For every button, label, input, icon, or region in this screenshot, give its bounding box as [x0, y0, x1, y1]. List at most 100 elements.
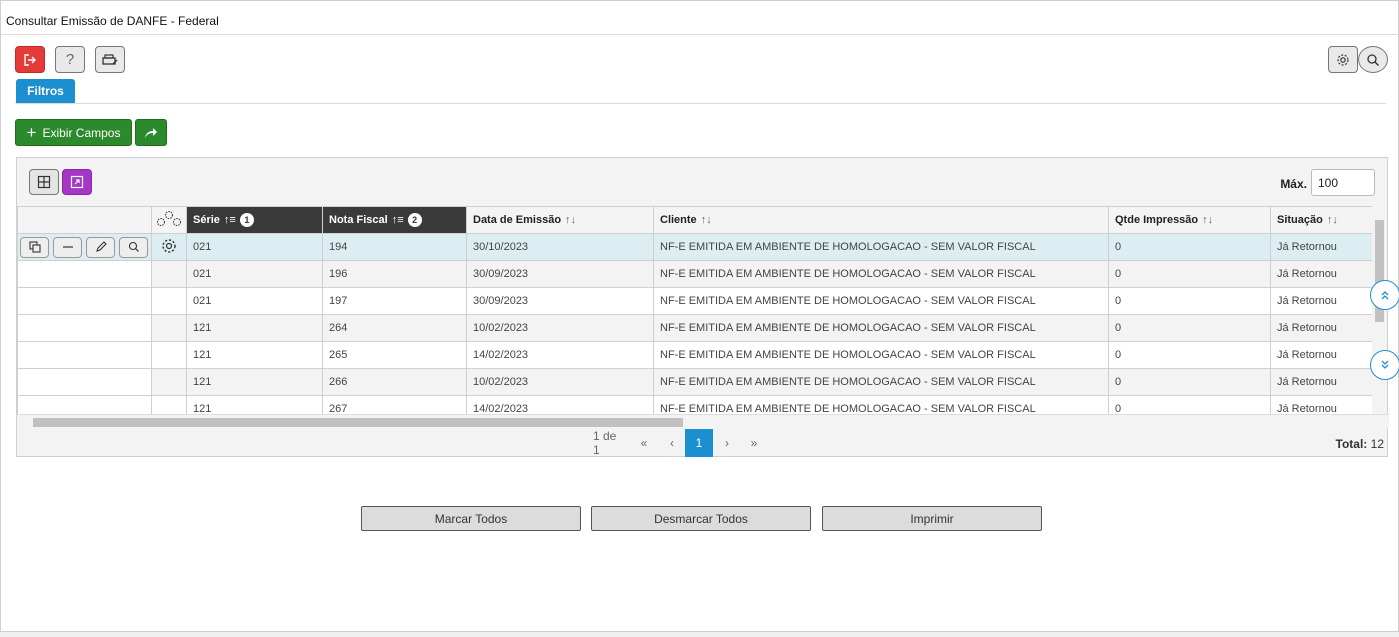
cell-situacao: Já Retornou [1270, 233, 1374, 261]
cell-nota: 196 [322, 260, 467, 288]
cell-serie: 021 [186, 233, 323, 261]
copy-button[interactable] [20, 236, 49, 258]
last-page-button[interactable]: » [741, 429, 767, 457]
data-grid: Série ↑≡ 1 Nota Fiscal ↑≡ 2 Data de Emissão ↑… [17, 206, 1374, 414]
cell-cliente: NF-E EMITIDA EM AMBIENTE DE HOMOLOGACAO … [653, 341, 1109, 369]
vertical-scrollbar[interactable] [1372, 206, 1387, 414]
chevrons-down-icon [1381, 360, 1389, 369]
sort-order-badge: 1 [239, 213, 254, 227]
table-row[interactable]: 121 265 14/02/2023 NF-E EMITIDA EM AMBIE… [17, 341, 1374, 369]
share-button[interactable] [135, 119, 167, 146]
row-actions [17, 341, 152, 369]
scroll-up-button[interactable] [1370, 280, 1399, 310]
cell-data: 30/09/2023 [466, 260, 654, 288]
edit-button[interactable] [86, 236, 115, 258]
table-row[interactable]: 121 264 10/02/2023 NF-E EMITIDA EM AMBIE… [17, 314, 1374, 342]
gears-icon [156, 210, 182, 226]
exit-icon [24, 53, 36, 66]
scroll-down-button[interactable] [1370, 350, 1399, 380]
expand-button[interactable] [62, 169, 92, 195]
cell-qtde: 0 [1108, 368, 1271, 396]
row-actions [17, 287, 152, 315]
horizontal-scroll-thumb[interactable] [33, 418, 683, 427]
cell-qtde: 0 [1108, 260, 1271, 288]
horizontal-scrollbar[interactable] [17, 414, 1389, 429]
plus-icon: + [26, 123, 37, 142]
sort-icon: ↑↓ [700, 214, 712, 226]
marcar-todos-button[interactable]: Marcar Todos [361, 506, 581, 531]
row-config [151, 260, 187, 288]
column-label: Situação [1277, 214, 1323, 226]
page-button-current[interactable]: 1 [685, 429, 713, 457]
search-icon [128, 241, 139, 252]
cell-nota: 265 [322, 341, 467, 369]
exibir-campos-label: Exibir Campos [42, 125, 121, 140]
grid-panel: Máx. Série↑≡1 Nota Fiscal↑≡2 Data de Emi… [16, 157, 1389, 457]
exit-button[interactable] [15, 46, 45, 73]
grid-icon [37, 175, 51, 189]
cell-nota: 264 [322, 314, 467, 342]
max-rows-input[interactable] [1311, 169, 1375, 196]
chevrons-up-icon [1381, 291, 1389, 300]
prev-page-button[interactable]: ‹ [659, 429, 685, 457]
page-title: Consultar Emissão de DANFE - Federal [6, 14, 219, 28]
row-actions [17, 233, 152, 261]
print-button[interactable] [95, 46, 125, 73]
cell-serie: 121 [186, 395, 323, 414]
cell-cliente: NF-E EMITIDA EM AMBIENTE DE HOMOLOGACAO … [653, 287, 1109, 315]
column-header-qtde-impressao[interactable]: Qtde Impressão ↑↓ [1108, 206, 1271, 234]
table-row[interactable]: 021 194 30/10/2023 NF-E EMITIDA EM AMBIE… [17, 233, 1374, 261]
column-header-situacao[interactable]: Situação ↑↓ [1270, 206, 1374, 234]
printer-icon [102, 53, 118, 65]
table-row[interactable]: 121 267 14/02/2023 NF-E EMITIDA EM AMBIE… [17, 395, 1374, 414]
cell-serie: 021 [186, 287, 323, 315]
column-header-nota-fiscal[interactable]: Nota Fiscal ↑≡ 2 [322, 206, 467, 234]
expand-icon [70, 175, 84, 189]
help-icon: ? [65, 51, 75, 68]
imprimir-button[interactable]: Imprimir [822, 506, 1042, 531]
cell-cliente: NF-E EMITIDA EM AMBIENTE DE HOMOLOGACAO … [653, 368, 1109, 396]
exibir-campos-button[interactable]: + Exibir Campos [15, 119, 132, 146]
table-row[interactable]: 021 197 30/09/2023 NF-E EMITIDA EM AMBIE… [17, 287, 1374, 315]
cell-nota: 197 [322, 287, 467, 315]
cell-situacao: Já Retornou [1270, 341, 1374, 369]
sort-asc-icon: ↑≡ [223, 213, 236, 226]
cell-situacao: Já Retornou [1270, 314, 1374, 342]
minus-icon [62, 246, 73, 248]
row-actions [17, 260, 152, 288]
table-row[interactable]: 021 196 30/09/2023 NF-E EMITIDA EM AMBIE… [17, 260, 1374, 288]
cell-qtde: 0 [1108, 287, 1271, 315]
column-label: Nota Fiscal [329, 213, 388, 226]
desmarcar-todos-button[interactable]: Desmarcar Todos [591, 506, 811, 531]
cell-data: 30/09/2023 [466, 287, 654, 315]
row-config [151, 341, 187, 369]
remove-button[interactable] [53, 236, 82, 258]
app-window: Consultar Emissão de DANFE - Federal ? F… [0, 0, 1399, 632]
table-row[interactable]: 121 266 10/02/2023 NF-E EMITIDA EM AMBIE… [17, 368, 1374, 396]
grid-layout-button[interactable] [29, 169, 59, 195]
cell-serie: 121 [186, 341, 323, 369]
column-header-serie[interactable]: Série ↑≡ 1 [186, 206, 323, 234]
cell-data: 14/02/2023 [466, 395, 654, 414]
header-config[interactable] [151, 206, 187, 234]
sort-order-badge: 2 [407, 213, 422, 227]
search-button[interactable] [1358, 46, 1388, 73]
first-page-button[interactable]: « [631, 429, 657, 457]
cell-data: 10/02/2023 [466, 368, 654, 396]
column-header-cliente[interactable]: Cliente ↑↓ [653, 206, 1109, 234]
row-config[interactable] [151, 233, 187, 261]
sort-icon: ↑↓ [565, 214, 577, 226]
cell-serie: 121 [186, 314, 323, 342]
cell-nota: 267 [322, 395, 467, 414]
column-header-data-emissao[interactable]: Data de Emissão ↑↓ [466, 206, 654, 234]
view-button[interactable] [119, 236, 148, 258]
settings-button[interactable] [1328, 46, 1358, 73]
help-button[interactable]: ? [55, 46, 85, 73]
column-label: Qtde Impressão [1115, 214, 1199, 226]
next-page-button[interactable]: › [714, 429, 740, 457]
gear-icon [162, 238, 176, 253]
cell-situacao: Já Retornou [1270, 395, 1374, 414]
cell-qtde: 0 [1108, 341, 1271, 369]
tab-filtros[interactable]: Filtros [16, 79, 75, 103]
cell-serie: 021 [186, 260, 323, 288]
